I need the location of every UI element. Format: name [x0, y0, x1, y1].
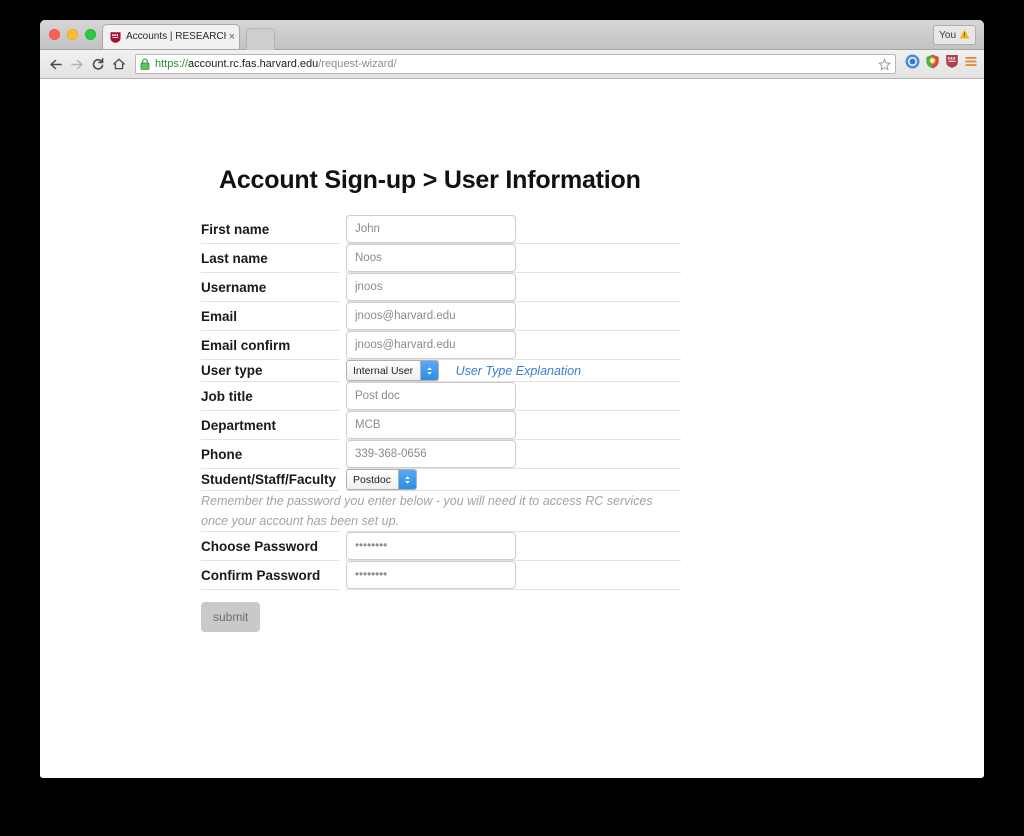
back-arrow-icon[interactable] — [46, 54, 66, 74]
url-host: account.rc.fas.harvard.edu — [188, 57, 319, 70]
form-row-affiliation: Student/Staff/Faculty Postdoc — [201, 468, 681, 491]
tab-close-icon[interactable]: × — [229, 32, 235, 43]
field-cell — [342, 301, 681, 331]
affiliation-select[interactable]: Postdoc — [346, 469, 417, 490]
form-row-email-confirm: Email confirm — [201, 330, 681, 360]
field-cell — [342, 330, 681, 360]
field-label: Last name — [201, 243, 343, 273]
field-cell — [342, 560, 681, 590]
profile-button[interactable]: You — [933, 25, 976, 45]
password-note: Remember the password you enter below - … — [201, 490, 681, 532]
forward-arrow-icon[interactable] — [67, 54, 87, 74]
username-input[interactable] — [346, 273, 516, 301]
browser-toolbar: https://account.rc.fas.harvard.edu/reque… — [40, 50, 984, 79]
chevron-updown-icon — [420, 361, 439, 380]
user-information-form: First name Last name Username — [201, 215, 681, 632]
home-icon[interactable] — [109, 54, 129, 74]
user-type-explanation-link[interactable]: User Type Explanation — [456, 364, 582, 378]
browser-window: Accounts | RESEARCH CO × You — [40, 20, 984, 778]
job-title-input[interactable] — [346, 382, 516, 410]
field-cell — [342, 243, 681, 273]
field-cell — [342, 410, 681, 440]
page-title: Account Sign-up > User Information — [219, 166, 641, 194]
maximize-window-button[interactable] — [85, 29, 96, 40]
field-label: Choose Password — [201, 531, 343, 561]
form-row-department: Department — [201, 410, 681, 440]
field-label: Email — [201, 301, 343, 331]
phone-input[interactable] — [346, 440, 516, 468]
warning-triangle-icon — [959, 26, 970, 44]
department-input[interactable] — [346, 411, 516, 439]
address-bar[interactable]: https://account.rc.fas.harvard.edu/reque… — [135, 54, 896, 74]
harvard-crest-extension-icon[interactable] — [945, 54, 959, 74]
field-cell — [342, 215, 681, 244]
affiliation-selected-value: Postdoc — [353, 473, 391, 486]
form-row-choose-password: Choose Password — [201, 531, 681, 561]
last-name-input[interactable] — [346, 244, 516, 272]
secure-lock-icon — [140, 58, 150, 70]
field-label: Confirm Password — [201, 560, 343, 590]
form-row-last-name: Last name — [201, 243, 681, 273]
form-row-submit: submit — [201, 590, 682, 633]
chrome-extension-icon[interactable] — [905, 54, 920, 74]
submit-cell: submit — [201, 590, 343, 632]
field-label: Email confirm — [201, 330, 343, 360]
close-window-button[interactable] — [49, 29, 60, 40]
form-row-email: Email — [201, 301, 681, 331]
tab-strip: Accounts | RESEARCH CO × You — [40, 20, 984, 50]
form-row-job-title: Job title — [201, 381, 681, 411]
email-input[interactable] — [346, 302, 516, 330]
password-note-row: Remember the password you enter below - … — [201, 490, 681, 532]
choose-password-input[interactable] — [346, 532, 516, 560]
form-row-first-name: First name — [201, 215, 681, 244]
profile-name: You — [939, 29, 956, 41]
url-scheme: https:// — [155, 57, 189, 70]
first-name-input[interactable] — [346, 215, 516, 243]
field-label: Student/Staff/Faculty — [201, 468, 343, 491]
form-row-confirm-password: Confirm Password — [201, 560, 681, 590]
minimize-window-button[interactable] — [67, 29, 78, 40]
form-row-username: Username — [201, 272, 681, 302]
field-label: User type — [201, 359, 343, 382]
field-label: Department — [201, 410, 343, 440]
page-content: Account Sign-up > User Information First… — [40, 79, 984, 777]
field-cell: Postdoc — [342, 468, 681, 491]
field-cell — [342, 381, 681, 411]
email-confirm-input[interactable] — [346, 331, 516, 359]
reload-icon[interactable] — [88, 54, 108, 74]
window-controls — [49, 29, 96, 40]
field-cell — [342, 272, 681, 302]
empty-cell — [343, 590, 682, 633]
google-shield-extension-icon[interactable] — [925, 54, 940, 74]
user-type-selected-value: Internal User — [353, 364, 414, 377]
extension-icons — [905, 54, 978, 74]
tab-title: Accounts | RESEARCH CO — [126, 31, 226, 42]
url-text: https://account.rc.fas.harvard.edu/reque… — [155, 58, 397, 71]
bookmark-star-icon[interactable] — [878, 57, 891, 71]
field-label: Username — [201, 272, 343, 302]
new-tab-button[interactable] — [246, 28, 275, 50]
field-label: First name — [201, 215, 343, 244]
field-cell — [342, 531, 681, 561]
url-path: /request-wizard/ — [318, 57, 397, 70]
field-cell: Internal User User Type Explanation — [342, 359, 681, 382]
submit-button[interactable]: submit — [201, 602, 261, 632]
harvard-crest-icon — [109, 31, 122, 44]
confirm-password-input[interactable] — [346, 561, 516, 589]
field-label: Job title — [201, 381, 343, 411]
chevron-updown-icon — [397, 470, 416, 489]
form-row-user-type: User type Internal User User Type Explan… — [201, 359, 681, 382]
field-label: Phone — [201, 439, 343, 469]
hamburger-menu-icon[interactable] — [964, 55, 978, 73]
user-type-select[interactable]: Internal User — [346, 360, 440, 381]
field-cell — [342, 439, 681, 469]
form-row-phone: Phone — [201, 439, 681, 469]
browser-tab[interactable]: Accounts | RESEARCH CO × — [102, 24, 240, 49]
